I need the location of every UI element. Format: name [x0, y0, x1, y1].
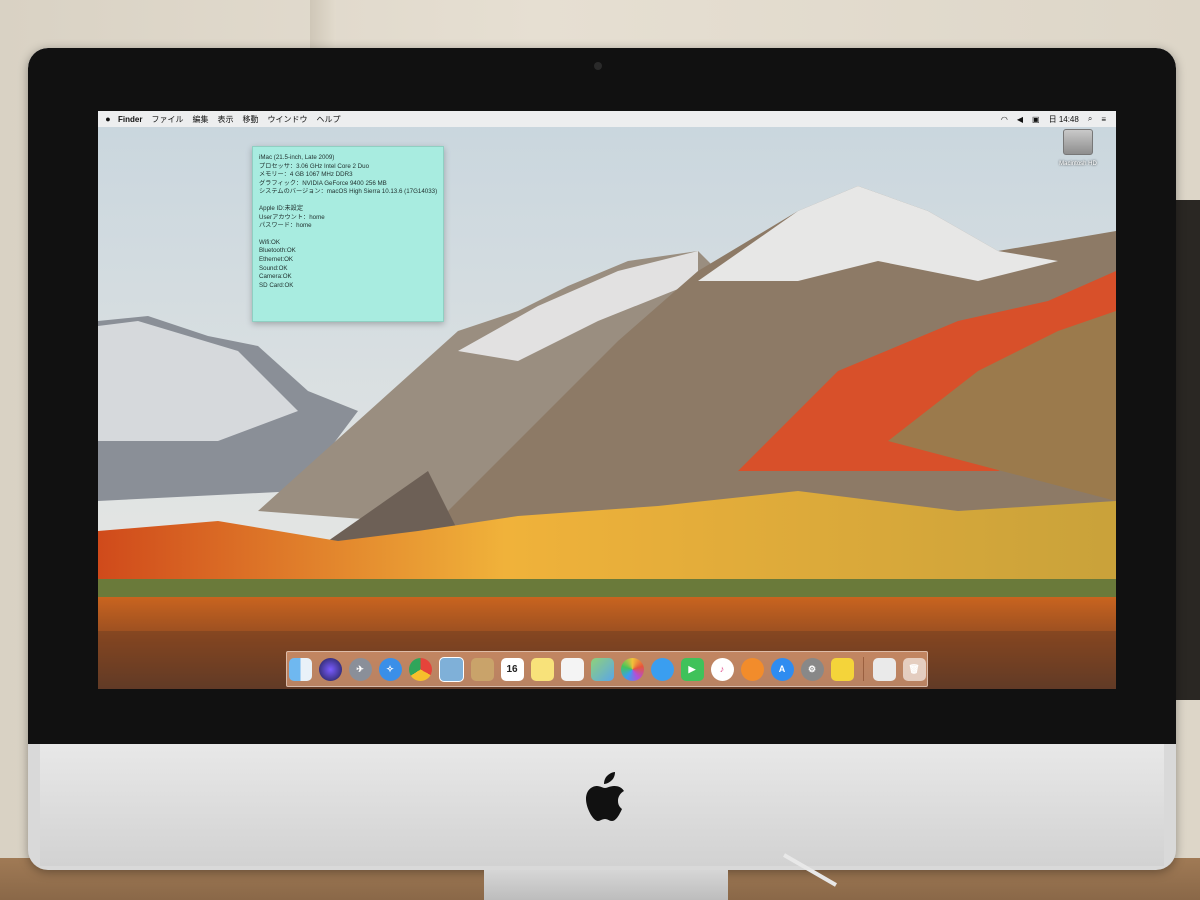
preview-icon[interactable] [438, 656, 464, 682]
apple-menu-icon[interactable]: ● [98, 114, 118, 124]
messages-icon[interactable] [650, 657, 674, 681]
note-line: Camera:OK [259, 273, 292, 281]
spotlight-icon[interactable]: ⌕ [1088, 114, 1092, 124]
stickies-icon[interactable] [830, 657, 854, 681]
wifi-icon[interactable]: ◠ [1001, 115, 1008, 124]
note-line: Wifi:OK [259, 238, 280, 246]
note-line: Bluetooth:OK [259, 247, 296, 255]
system-preferences-icon[interactable]: ⚙ [800, 657, 824, 681]
note-line: Userアカウント：home [259, 213, 325, 221]
itunes-icon[interactable]: ♪ [710, 657, 734, 681]
volume-icon[interactable]: ◀ [1017, 115, 1023, 124]
imac-stand [484, 870, 728, 900]
note-line: SD Card:OK [259, 281, 294, 289]
finder-icon[interactable] [288, 657, 312, 681]
menu-help[interactable]: ヘルプ [316, 114, 340, 125]
chrome-icon[interactable] [408, 657, 432, 681]
status-area: ◠ ◀ ▣ 日 14:48 ⌕ ≡ [1001, 111, 1106, 127]
siri-icon[interactable] [318, 657, 342, 681]
note-line: Ethernet:OK [259, 255, 294, 263]
note-spacer [259, 197, 437, 205]
menu-file[interactable]: ファイル [151, 114, 183, 125]
input-method-icon[interactable]: ▣ [1032, 115, 1040, 124]
note-line: メモリー：4 GB 1067 MHz DDR3 [259, 171, 353, 179]
notes-icon[interactable] [470, 657, 494, 681]
shelf [1172, 200, 1200, 700]
calendar-icon[interactable]: 16 [500, 657, 524, 681]
trash-icon[interactable]: 🗑 [902, 657, 926, 681]
mac-screen: ● Finder ファイル 編集 表示 移動 ウインドウ ヘルプ ◠ ◀ ▣ 日… [98, 111, 1116, 689]
note-line: システムのバージョン：macOS High Sierra 10.13.6 (17… [259, 188, 438, 196]
maps-icon[interactable] [590, 657, 614, 681]
note-line: プロセッサ：3.06 GHz Intel Core 2 Duo [259, 162, 370, 170]
menu-window[interactable]: ウインドウ [267, 114, 307, 125]
dock-separator [862, 657, 864, 681]
photos-icon[interactable] [620, 657, 644, 681]
menu-edit[interactable]: 編集 [192, 114, 208, 125]
note-line: グラフィック：NVIDIA GeForce 9400 256 MB [259, 179, 387, 187]
menu-finder[interactable]: Finder [118, 115, 142, 124]
note-line: Apple ID:未設定 [259, 204, 304, 212]
notes-pad-icon[interactable] [530, 657, 554, 681]
note-line: Sound:OK [259, 264, 288, 272]
note-spacer [259, 231, 437, 239]
menu-go[interactable]: 移動 [242, 114, 258, 125]
reminders-icon[interactable] [560, 657, 584, 681]
hd-label: Macintosh HD [1059, 161, 1097, 167]
camera [594, 62, 602, 70]
safari-icon[interactable]: ✧ [378, 657, 402, 681]
stickies-note[interactable]: iMac (21.5-inch, Late 2009) プロセッサ：3.06 G… [252, 146, 444, 322]
documents-icon[interactable] [872, 657, 896, 681]
menu-view[interactable]: 表示 [217, 114, 233, 125]
dock: ✈ ✧ 16 ▶ ♪ A ⚙ 🗑 [286, 651, 928, 687]
facetime-icon[interactable]: ▶ [680, 657, 704, 681]
apple-logo-icon [586, 772, 624, 821]
clock[interactable]: 日 14:48 [1049, 114, 1079, 125]
menu-bar: ● Finder ファイル 編集 表示 移動 ウインドウ ヘルプ ◠ ◀ ▣ 日… [98, 111, 1116, 127]
hard-drive-icon [1063, 129, 1093, 155]
app-store-icon[interactable]: A [770, 657, 794, 681]
launchpad-icon[interactable]: ✈ [348, 657, 372, 681]
wallpaper-high-sierra [98, 111, 1116, 689]
note-line: パスワード：home [259, 222, 312, 230]
note-line: iMac (21.5-inch, Late 2009) [259, 154, 335, 161]
ibooks-icon[interactable] [740, 657, 764, 681]
macintosh-hd-icon[interactable]: Macintosh HD [1048, 129, 1108, 167]
notification-center-icon[interactable]: ≡ [1101, 115, 1106, 124]
